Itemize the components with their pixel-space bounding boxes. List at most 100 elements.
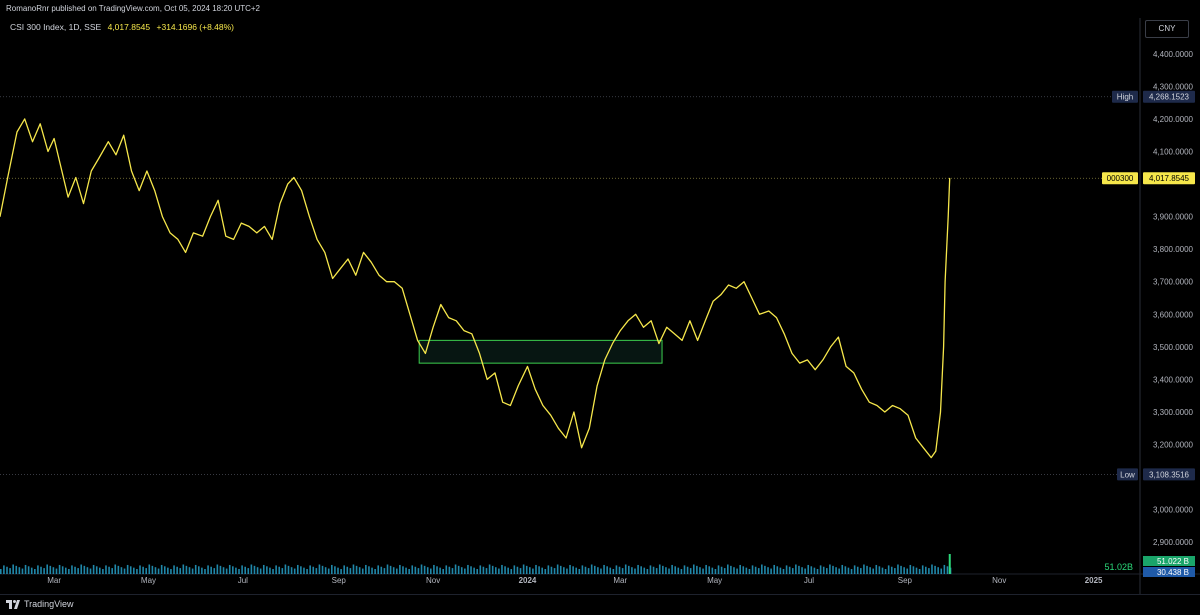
volume-bar — [714, 569, 717, 574]
price-point — [479, 353, 480, 354]
annotation-rectangle — [418, 339, 663, 364]
volume-bar — [878, 566, 881, 574]
volume-bar — [915, 567, 918, 574]
volume-bar — [445, 565, 448, 574]
volume-bar — [838, 568, 840, 574]
volume-bar — [686, 566, 689, 574]
volume-bar — [754, 566, 757, 574]
volume-bar — [881, 567, 884, 574]
volume-bar — [430, 568, 432, 574]
price-point — [83, 203, 84, 205]
volume-bar — [940, 568, 943, 574]
price-point — [347, 258, 349, 260]
price-chart[interactable]: 4,400.0000 4,300.0000 4,200.0000 4,100.0000… — [0, 18, 1200, 594]
volume-bar — [798, 565, 800, 574]
price-point — [666, 326, 668, 328]
volume-bar — [327, 568, 330, 574]
volume-bar — [680, 569, 683, 574]
series-legend: CSI 300 Index, 1D, SSE 4,017.8545 +314.1… — [10, 22, 234, 32]
volume-bar — [467, 564, 469, 574]
volume-bar — [501, 564, 503, 574]
volume-bar — [887, 565, 890, 574]
volume-bar — [757, 568, 760, 574]
volume-bar — [402, 566, 404, 574]
price-point — [783, 333, 785, 335]
volume-bar — [34, 569, 36, 574]
volume-bar — [569, 564, 571, 574]
volume-bar — [98, 567, 101, 574]
tradingview-logo[interactable]: TradingView — [6, 599, 74, 609]
volume-bar — [637, 564, 639, 574]
volume-bar — [241, 565, 243, 574]
volume-bar — [494, 567, 497, 574]
volume-bar — [287, 565, 290, 574]
volume-bar — [634, 568, 636, 574]
volume-bar — [303, 567, 305, 574]
price-point — [643, 326, 644, 328]
price-point — [735, 287, 737, 289]
price-point — [534, 388, 536, 390]
volume-bar — [222, 567, 225, 574]
volume-bar — [819, 565, 822, 574]
volume-bar — [931, 564, 933, 574]
volume-bar — [207, 565, 209, 574]
price-point — [759, 313, 760, 315]
volume-bar — [559, 565, 562, 574]
volume-bar — [668, 568, 670, 574]
price-point — [876, 405, 878, 406]
volume-bar — [15, 565, 18, 574]
volume-bar — [866, 565, 868, 574]
price-point — [581, 447, 582, 449]
y-tick-label: 3,200.0000 — [1153, 441, 1194, 450]
price-point — [217, 199, 219, 201]
price-point — [309, 216, 310, 218]
volume-bar — [603, 564, 605, 574]
y-tick-label: 3,700.0000 — [1153, 278, 1194, 287]
marker-label: 000300 — [1107, 174, 1134, 183]
volume-bar — [145, 568, 148, 574]
price-point — [185, 252, 187, 253]
price-point — [233, 239, 235, 240]
volume-bar — [321, 565, 324, 574]
volume-bar — [142, 566, 144, 574]
volume-bar — [235, 567, 237, 574]
volume-bar — [399, 564, 401, 574]
currency-button[interactable]: CNY — [1145, 20, 1189, 38]
price-point — [604, 359, 606, 361]
price-point — [751, 297, 753, 299]
price-point — [7, 177, 9, 178]
price-point — [363, 252, 364, 253]
price-point — [776, 317, 777, 318]
volume-bar — [863, 564, 865, 574]
price-point — [98, 157, 100, 159]
price-point — [944, 281, 946, 283]
price-point — [861, 388, 862, 390]
volume-bar — [844, 566, 847, 574]
price-point — [146, 170, 148, 172]
volume-bar — [516, 566, 519, 574]
volume-bar — [621, 568, 624, 574]
volume-bar — [340, 569, 342, 574]
price-point — [355, 274, 357, 276]
volume-bar — [324, 567, 327, 574]
volume-bar — [0, 569, 2, 574]
price-point — [59, 164, 61, 165]
volume-bar — [460, 567, 463, 574]
x-tick-label: Jul — [804, 576, 814, 585]
volume-bar — [89, 568, 92, 574]
price-point — [838, 336, 839, 338]
volume-bar — [928, 568, 930, 574]
volume-bar — [770, 568, 772, 574]
price-line — [0, 118, 951, 459]
volume-bar — [139, 565, 141, 574]
tradingview-logo-icon — [6, 599, 20, 609]
volume-bar — [903, 567, 905, 574]
price-point — [527, 366, 528, 367]
volume-bar — [12, 564, 14, 574]
volume-bar — [309, 565, 311, 574]
volume-bar — [74, 566, 76, 574]
volume-bar — [609, 567, 612, 574]
volume-bar — [572, 566, 574, 574]
volume-bar — [232, 566, 234, 574]
y-tick-label: 3,000.0000 — [1153, 506, 1194, 515]
